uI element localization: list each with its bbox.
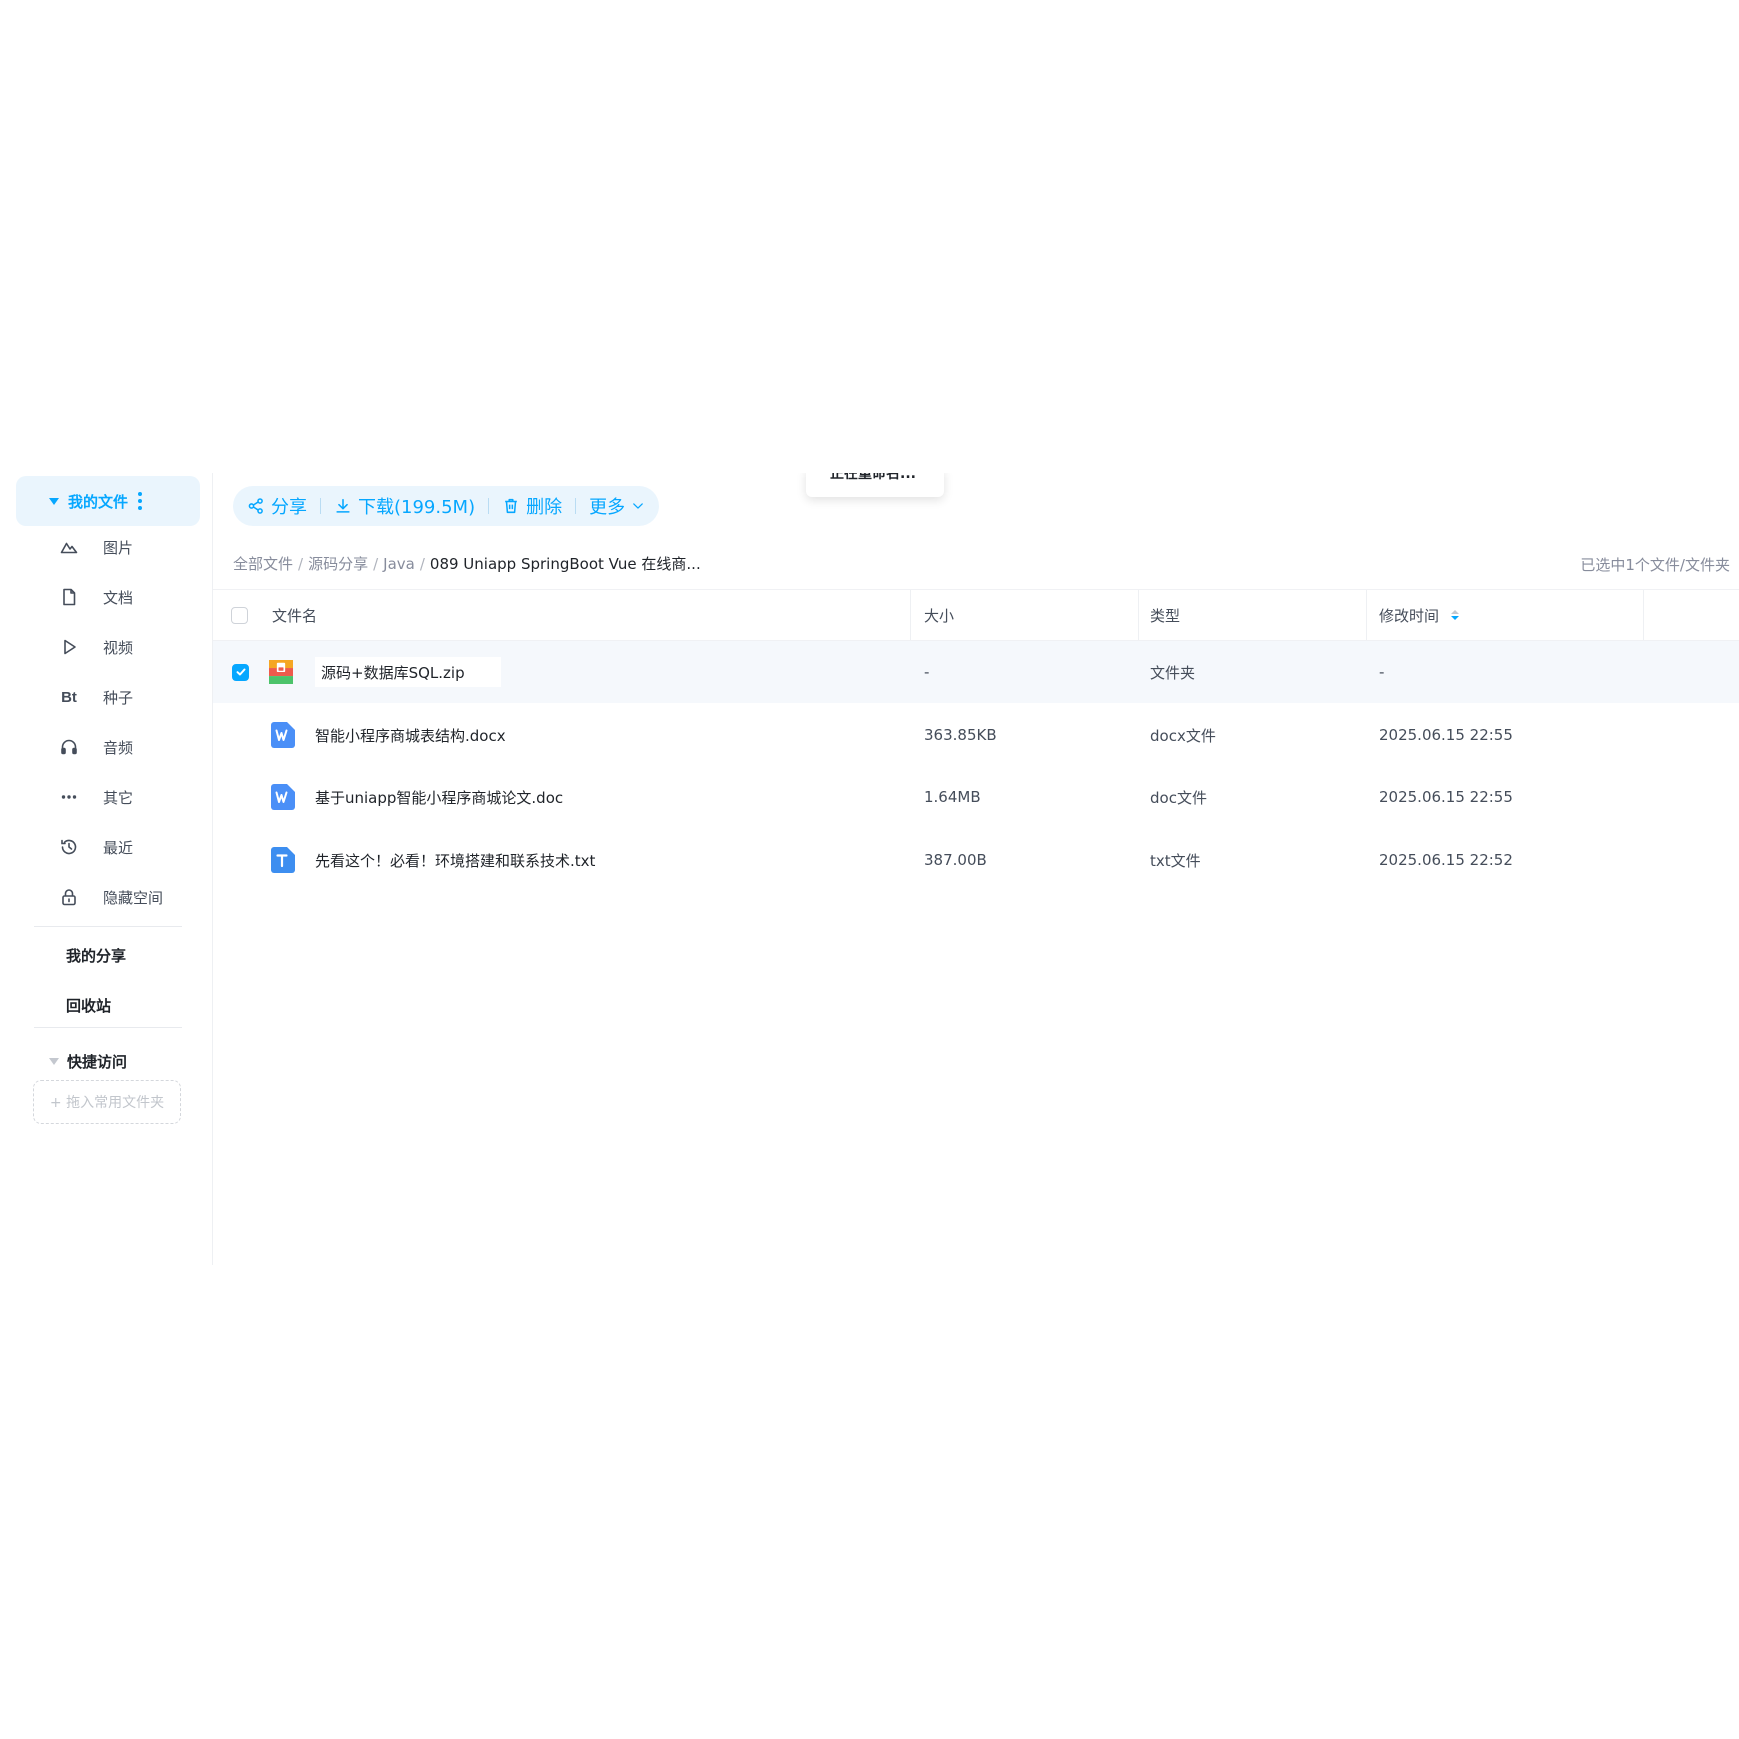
column-header-size[interactable]: 大小	[910, 590, 1138, 640]
quick-access-label: 快捷访问	[67, 1053, 128, 1071]
sidebar-item-label: 视频	[103, 638, 134, 657]
column-header-name[interactable]: 文件名	[272, 590, 317, 640]
sidebar-item-label: 图片	[103, 538, 134, 557]
file-manager-app: 我的文件 图片 文档 视频 Bt 种子 音频 其它 最近 隐藏空间 我的分享 回…	[0, 473, 1739, 1265]
more-label: 更多	[589, 497, 626, 518]
word-doc-icon	[271, 722, 295, 748]
table-row[interactable]: 智能小程序商城表结构.docx 363.85KB docx文件 2025.06.…	[213, 704, 1739, 766]
video-icon	[58, 636, 80, 658]
file-name[interactable]: 智能小程序商城表结构.docx	[315, 704, 506, 766]
file-size: 363.85KB	[924, 726, 997, 744]
sidebar-item-recent[interactable]: 最近	[58, 831, 198, 863]
column-header-modified[interactable]: 修改时间	[1366, 590, 1643, 640]
selection-count: 已选中1个文件/文件夹	[1580, 556, 1730, 574]
sidebar-item-label: 种子	[103, 688, 134, 707]
column-header-size-label: 大小	[924, 606, 955, 625]
rename-input[interactable]	[315, 657, 501, 687]
sidebar-quick-access[interactable]: 快捷访问	[49, 1051, 127, 1072]
file-size: 387.00B	[924, 851, 987, 869]
sidebar-item-my-share[interactable]: 我的分享	[66, 945, 126, 966]
quick-access-drop-zone[interactable]: + 拖入常用文件夹	[33, 1080, 181, 1124]
download-label: 下载(199.5M)	[358, 497, 476, 518]
table-row[interactable]: 先看这个！必看！环境搭建和联系技术.txt 387.00B txt文件 2025…	[213, 829, 1739, 891]
image-icon	[58, 536, 80, 558]
table-row[interactable]: 基于uniapp智能小程序商城论文.doc 1.64MB doc文件 2025.…	[213, 766, 1739, 828]
sidebar-item-label: 文档	[103, 588, 134, 607]
toolbar-separator	[320, 498, 321, 514]
breadcrumb: 全部文件 / 源码分享 / Java / 089 Uniapp SpringBo…	[233, 553, 701, 574]
share-button[interactable]: 分享	[247, 493, 307, 519]
toolbar-separator	[488, 498, 490, 514]
headphones-icon	[58, 736, 80, 758]
word-doc-icon	[271, 784, 295, 810]
sidebar-item-label: 我的文件	[68, 492, 129, 511]
text-file-icon	[271, 847, 295, 873]
file-type: 文件夹	[1150, 663, 1196, 682]
column-header-modified-label: 修改时间	[1379, 606, 1440, 625]
caret-down-icon	[49, 498, 59, 505]
row-checkbox[interactable]	[232, 663, 249, 681]
file-name[interactable]: 基于uniapp智能小程序商城论文.doc	[315, 766, 563, 828]
sidebar-item-my-files[interactable]: 我的文件	[16, 476, 200, 526]
sidebar-divider	[34, 926, 182, 927]
sidebar-item-documents[interactable]: 文档	[58, 581, 198, 613]
action-toolbar: 分享 下载(199.5M) 删除 更多	[233, 486, 660, 526]
delete-button[interactable]: 删除	[502, 493, 562, 519]
caret-down-icon	[49, 1058, 59, 1065]
file-modified: 2025.06.15 22:52	[1379, 851, 1513, 869]
file-type: txt文件	[1150, 851, 1201, 870]
column-header-type[interactable]: 类型	[1138, 590, 1366, 640]
sidebar: 我的文件 图片 文档 视频 Bt 种子 音频 其它 最近 隐藏空间 我的分享 回…	[0, 473, 213, 1265]
breadcrumb-item[interactable]: 源码分享	[308, 553, 368, 574]
breadcrumb-current: 089 Uniapp SpringBoot Vue 在线商...	[429, 555, 701, 573]
column-header-type-label: 类型	[1150, 606, 1181, 625]
file-name[interactable]: 先看这个！必看！环境搭建和联系技术.txt	[315, 829, 595, 891]
trash-icon	[505, 498, 517, 514]
more-button[interactable]: 更多	[589, 493, 645, 519]
share-label: 分享	[271, 497, 307, 518]
breadcrumb-item[interactable]: 全部文件	[233, 553, 293, 574]
lock-icon	[58, 886, 80, 908]
file-modified: -	[1379, 663, 1385, 681]
sidebar-item-label: 其它	[103, 788, 134, 807]
file-type: doc文件	[1150, 788, 1207, 807]
zip-archive-icon	[269, 660, 293, 684]
more-dots-icon	[58, 786, 80, 808]
renaming-toast-text: 正在重命名...	[830, 473, 916, 482]
vertical-dots-icon[interactable]	[138, 492, 143, 510]
sidebar-item-label: 音频	[103, 738, 134, 757]
table-row[interactable]: - 文件夹 -	[213, 641, 1739, 703]
column-header-extra	[1643, 590, 1739, 640]
file-table-header: 文件名 大小 类型 修改时间	[213, 589, 1739, 641]
sidebar-item-label: 隐藏空间	[103, 888, 164, 907]
delete-label: 删除	[526, 497, 563, 518]
renaming-toast: 正在重命名...	[806, 473, 944, 497]
breadcrumb-item[interactable]: Java	[383, 555, 415, 573]
download-button[interactable]: 下载(199.5M)	[334, 493, 475, 519]
sidebar-item-hidden-space[interactable]: 隐藏空间	[58, 881, 198, 913]
sidebar-divider	[34, 1027, 182, 1028]
share-icon	[248, 498, 263, 514]
sidebar-item-videos[interactable]: 视频	[58, 631, 198, 663]
file-modified: 2025.06.15 22:55	[1379, 788, 1513, 806]
download-icon	[336, 498, 350, 513]
sidebar-item-others[interactable]: 其它	[58, 781, 198, 813]
file-size: -	[924, 663, 930, 681]
sort-icon[interactable]	[1451, 610, 1460, 620]
bt-icon: Bt	[61, 688, 77, 706]
sidebar-item-recycle-bin[interactable]: 回收站	[66, 995, 111, 1016]
history-icon	[58, 836, 80, 858]
select-all-checkbox[interactable]	[231, 606, 248, 624]
file-type: docx文件	[1150, 726, 1216, 745]
sidebar-item-label: 最近	[103, 838, 134, 857]
file-modified: 2025.06.15 22:55	[1379, 726, 1513, 744]
sidebar-item-torrents[interactable]: Bt 种子	[58, 681, 198, 713]
document-icon	[58, 586, 80, 608]
sidebar-item-audio[interactable]: 音频	[58, 731, 198, 763]
sidebar-item-images[interactable]: 图片	[58, 531, 198, 563]
toolbar-separator	[575, 498, 577, 514]
chevron-down-icon	[633, 503, 643, 509]
file-size: 1.64MB	[924, 788, 981, 806]
